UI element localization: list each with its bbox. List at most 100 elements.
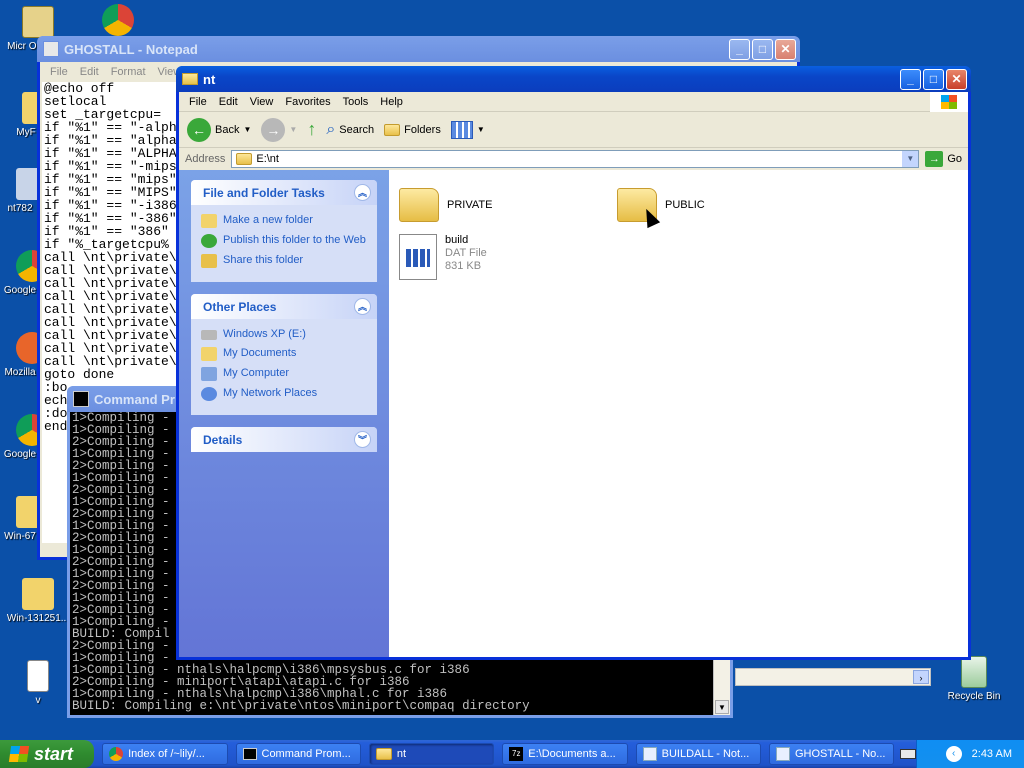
menu-edit[interactable]: Edit	[213, 96, 244, 108]
start-button[interactable]: start	[0, 740, 95, 768]
search-label: Search	[339, 123, 375, 136]
menu-format[interactable]: Format	[105, 66, 152, 78]
up-button[interactable]: ↑	[307, 119, 316, 140]
desktop-icon-win131251[interactable]: Win-131251...	[6, 578, 70, 624]
file-folder-tasks-panel: File and Folder Tasks ︽ Make a new folde…	[191, 180, 377, 282]
item-type: DAT File	[445, 247, 487, 259]
desktop-icon-label: Mozilla	[4, 367, 36, 378]
folder-icon	[399, 188, 439, 222]
desktop-icon-label: nt782	[7, 203, 33, 214]
clock[interactable]: 2:43 AM	[972, 748, 1012, 760]
scroll-right-arrow[interactable]: ›	[913, 670, 929, 684]
menu-tools[interactable]: Tools	[337, 96, 375, 108]
folders-button[interactable]: Folders	[384, 123, 441, 136]
search-button[interactable]: ⌕ Search	[326, 121, 374, 139]
share-folder-icon	[201, 254, 217, 268]
desktop-icon-label: Google	[3, 449, 37, 460]
link-label: My Network Places	[223, 387, 318, 399]
chevron-down-icon[interactable]: ▼	[289, 125, 297, 134]
file-item-build[interactable]: build DAT File 831 KB	[399, 234, 487, 280]
minimize-button[interactable]: _	[900, 68, 921, 90]
notepad-hscroll[interactable]: ›	[735, 668, 931, 686]
menu-help[interactable]: Help	[374, 96, 409, 108]
menu-edit[interactable]: Edit	[74, 66, 105, 78]
menu-file[interactable]: File	[44, 66, 74, 78]
item-name: build	[445, 234, 469, 246]
scroll-down-arrow[interactable]: ▼	[715, 700, 729, 714]
address-dropdown[interactable]: ▼	[902, 151, 919, 167]
desktop-icon-label: v	[35, 695, 41, 706]
collapse-chevron-icon[interactable]: ︽	[354, 184, 371, 201]
address-value: E:\nt	[256, 153, 279, 165]
search-icon: ⌕	[326, 120, 336, 138]
address-input[interactable]: E:\nt ▼	[231, 150, 920, 168]
folders-icon	[384, 123, 401, 136]
taskbar-item-nt[interactable]: nt	[368, 743, 495, 765]
explorer-titlebar[interactable]: nt _ □ ✕	[176, 66, 971, 92]
maximize-button[interactable]: □	[923, 68, 944, 90]
my-computer-link[interactable]: My Computer	[201, 367, 367, 381]
taskbar: start Index of /~lily/... Command Prom..…	[0, 740, 1024, 768]
item-size: 831 KB	[445, 260, 482, 272]
desktop-icon-label: Win-131251...	[6, 613, 70, 624]
chrome-icon	[109, 747, 124, 761]
outlook-icon	[22, 6, 54, 38]
make-new-folder-link[interactable]: Make a new folder	[201, 214, 367, 228]
back-label: Back	[215, 123, 240, 136]
link-label: Make a new folder	[223, 214, 313, 226]
go-label: Go	[947, 153, 962, 165]
item-name: PRIVATE	[447, 199, 493, 211]
maximize-button[interactable]: □	[752, 38, 773, 60]
back-button[interactable]: ← Back ▼	[187, 117, 251, 142]
notepad-title: GHOSTALL - Notepad	[64, 41, 198, 57]
link-label: My Computer	[223, 367, 290, 379]
my-documents-link[interactable]: My Documents	[201, 347, 367, 361]
my-computer-icon	[201, 367, 217, 381]
close-button[interactable]: ✕	[946, 68, 967, 90]
up-folder-icon: ↑	[307, 119, 317, 139]
desktop-icon-v[interactable]: v	[6, 660, 70, 706]
explorer-window[interactable]: nt _ □ ✕ File Edit View Favorites Tools …	[176, 66, 971, 660]
menu-file[interactable]: File	[183, 96, 213, 108]
document-icon	[27, 660, 49, 692]
task-label: nt	[396, 748, 407, 760]
folder-icon	[22, 578, 54, 610]
menu-favorites[interactable]: Favorites	[279, 96, 336, 108]
share-folder-link[interactable]: Share this folder	[201, 254, 367, 268]
keyboard-icon[interactable]	[900, 749, 917, 759]
my-network-places-link[interactable]: My Network Places	[201, 387, 367, 401]
folder-item-private[interactable]: PRIVATE	[399, 188, 492, 222]
taskbar-item-ghostall[interactable]: GHOSTALL - No...	[769, 743, 895, 765]
views-button[interactable]: ▼	[450, 120, 485, 139]
taskbar-item-cmd[interactable]: Command Prom...	[235, 743, 361, 765]
forward-arrow-icon: →	[261, 117, 286, 142]
desktop-icon-chrome[interactable]	[86, 4, 150, 39]
recycle-bin-icon	[961, 656, 987, 688]
windows-xp-drive-link[interactable]: Windows XP (E:)	[201, 328, 367, 341]
taskbar-item-chrome[interactable]: Index of /~lily/...	[102, 743, 228, 765]
network-icon	[201, 387, 217, 401]
close-button[interactable]: ✕	[775, 38, 796, 60]
other-places-header[interactable]: Other Places ︽	[191, 294, 377, 319]
collapse-chevron-icon[interactable]: ︽	[354, 298, 371, 315]
windows-logo-icon	[930, 91, 968, 112]
taskbar-item-7zip[interactable]: 7z E:\Documents a...	[502, 743, 628, 765]
task-label: Command Prom...	[261, 748, 351, 760]
menu-view[interactable]: View	[244, 96, 280, 108]
minimize-button[interactable]: _	[729, 38, 750, 60]
expand-chevron-icon[interactable]: ︾	[354, 431, 371, 448]
tray-expand-icon[interactable]: ‹	[945, 746, 962, 762]
file-list[interactable]: PRIVATE PUBLIC build DAT File 831 KB	[389, 170, 968, 657]
taskbar-item-buildall[interactable]: BUILDALL - Not...	[635, 743, 761, 765]
notepad-titlebar[interactable]: GHOSTALL - Notepad _ □ ✕	[37, 36, 800, 62]
publish-folder-link[interactable]: Publish this folder to the Web	[201, 234, 367, 248]
file-folder-tasks-header[interactable]: File and Folder Tasks ︽	[191, 180, 377, 205]
chevron-down-icon[interactable]: ▼	[243, 125, 251, 134]
desktop-icon-recycle-bin[interactable]: Recycle Bin	[942, 656, 1006, 702]
other-places-panel: Other Places ︽ Windows XP (E:) My Docume…	[191, 294, 377, 415]
go-button[interactable]: → Go	[925, 151, 962, 167]
details-header[interactable]: Details ︾	[191, 427, 377, 452]
notepad-icon	[43, 41, 59, 57]
folder-item-public[interactable]: PUBLIC	[617, 188, 705, 222]
forward-button[interactable]: → ▼	[261, 117, 297, 142]
